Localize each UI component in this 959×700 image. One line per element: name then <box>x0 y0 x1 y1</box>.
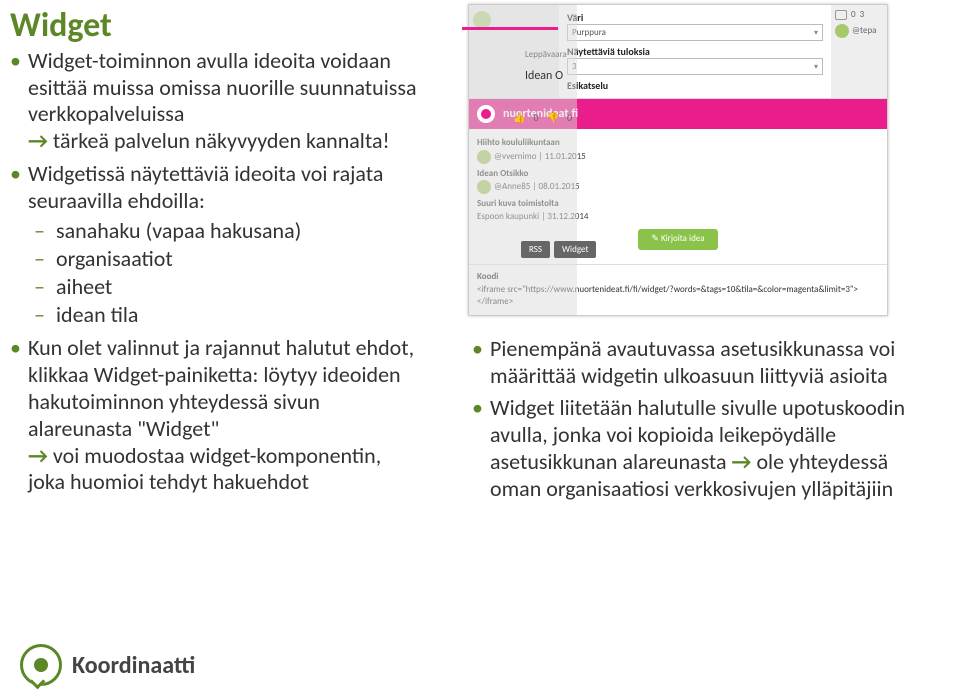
bullet-3: Kun olet valinnut ja rajannut halutut eh… <box>10 335 420 496</box>
widget-settings-screenshot: Leppävaara Idean O 👍 0 👎 0 RSS Widget Väri <box>468 4 888 316</box>
chevron-down-icon: ▾ <box>814 28 818 38</box>
color-label: Väri <box>567 11 823 24</box>
bullet-2: Widgetissä näytettäviä ideoita voi rajat… <box>10 161 420 329</box>
sub-item: idean tila <box>28 301 420 329</box>
sub-item: aiheet <box>28 273 420 301</box>
thumbs-up-count: 0 <box>533 111 538 124</box>
write-idea-button[interactable]: ✎ Kirjoita idea <box>638 229 718 250</box>
count-0: 0 <box>851 9 856 20</box>
rss-button[interactable]: RSS <box>521 241 550 258</box>
page-title: Widget <box>10 8 420 44</box>
avatar-icon <box>835 24 849 38</box>
sub-item: organisaatiot <box>28 245 420 273</box>
bottom-buttons: RSS Widget <box>521 241 596 258</box>
right-bullet-1: Pienempänä avautuvassa asetusikkunassa v… <box>472 336 939 390</box>
color-select-value: Purppura <box>572 27 606 38</box>
idea-title-behind: Idean O <box>525 69 563 83</box>
comment-icon <box>835 10 847 20</box>
koordinaatti-logo: Koordinaatti <box>20 644 195 686</box>
widget-button[interactable]: Widget <box>554 241 596 258</box>
bullet-1-tail: tärkeä palvelun näkyvyyden kannalta! <box>53 127 390 154</box>
sub-list: sanahaku (vapaa hakusana) organisaatiot … <box>28 217 420 330</box>
bullet-1: Widget-toiminnon avulla ideoita voidaan … <box>10 48 420 155</box>
arrow-icon: → <box>28 127 48 154</box>
logo-bubble-icon <box>20 644 62 686</box>
results-select[interactable]: 3 ▾ <box>567 58 823 75</box>
color-select[interactable]: Purppura ▾ <box>567 24 823 41</box>
arrow-icon: → <box>732 448 752 475</box>
screenshot-pink-bar <box>462 27 558 30</box>
preview-label: Esikatselu <box>567 79 823 92</box>
settings-panel: Väri Purppura ▾ Näytettäviä tuloksia 3 ▾ <box>559 5 831 98</box>
count-3: 3 <box>860 9 865 20</box>
brand-bubble-icon <box>477 105 495 123</box>
thumbs-up-icon: 👍 <box>513 111 525 124</box>
vote-row: 👍 0 👎 0 <box>513 111 572 124</box>
left-bullet-list: Widget-toiminnon avulla ideoita voidaan … <box>10 48 420 497</box>
bullet-3-text: Kun olet valinnut ja rajannut halutut eh… <box>28 334 414 441</box>
logo-text: Koordinaatti <box>72 651 195 680</box>
thumbs-down-icon: 👎 <box>547 111 559 124</box>
right-bullet-list: Pienempänä avautuvassa asetusikkunassa v… <box>472 336 939 503</box>
bullet-1-text: Widget-toiminnon avulla ideoita voidaan … <box>28 48 420 128</box>
screenshot-right-col: 0 3 @tepa <box>831 5 887 98</box>
bullet-2-text: Widgetissä näytettäviä ideoita voi rajat… <box>28 160 383 214</box>
sub-item: sanahaku (vapaa hakusana) <box>28 217 420 245</box>
arrow-icon: → <box>28 442 48 469</box>
user-handle: @tepa <box>835 24 883 38</box>
chevron-down-icon: ▾ <box>814 62 818 72</box>
results-label: Näytettäviä tuloksia <box>567 45 823 58</box>
thumbs-down-count: 0 <box>567 111 572 124</box>
breadcrumb-text: Leppävaara <box>525 49 567 60</box>
bullet-3-tail: voi muodostaa widget-komponentin, joka h… <box>28 442 381 496</box>
right-bullet-2: Widget liitetään halutulle sivulle upotu… <box>472 395 939 502</box>
